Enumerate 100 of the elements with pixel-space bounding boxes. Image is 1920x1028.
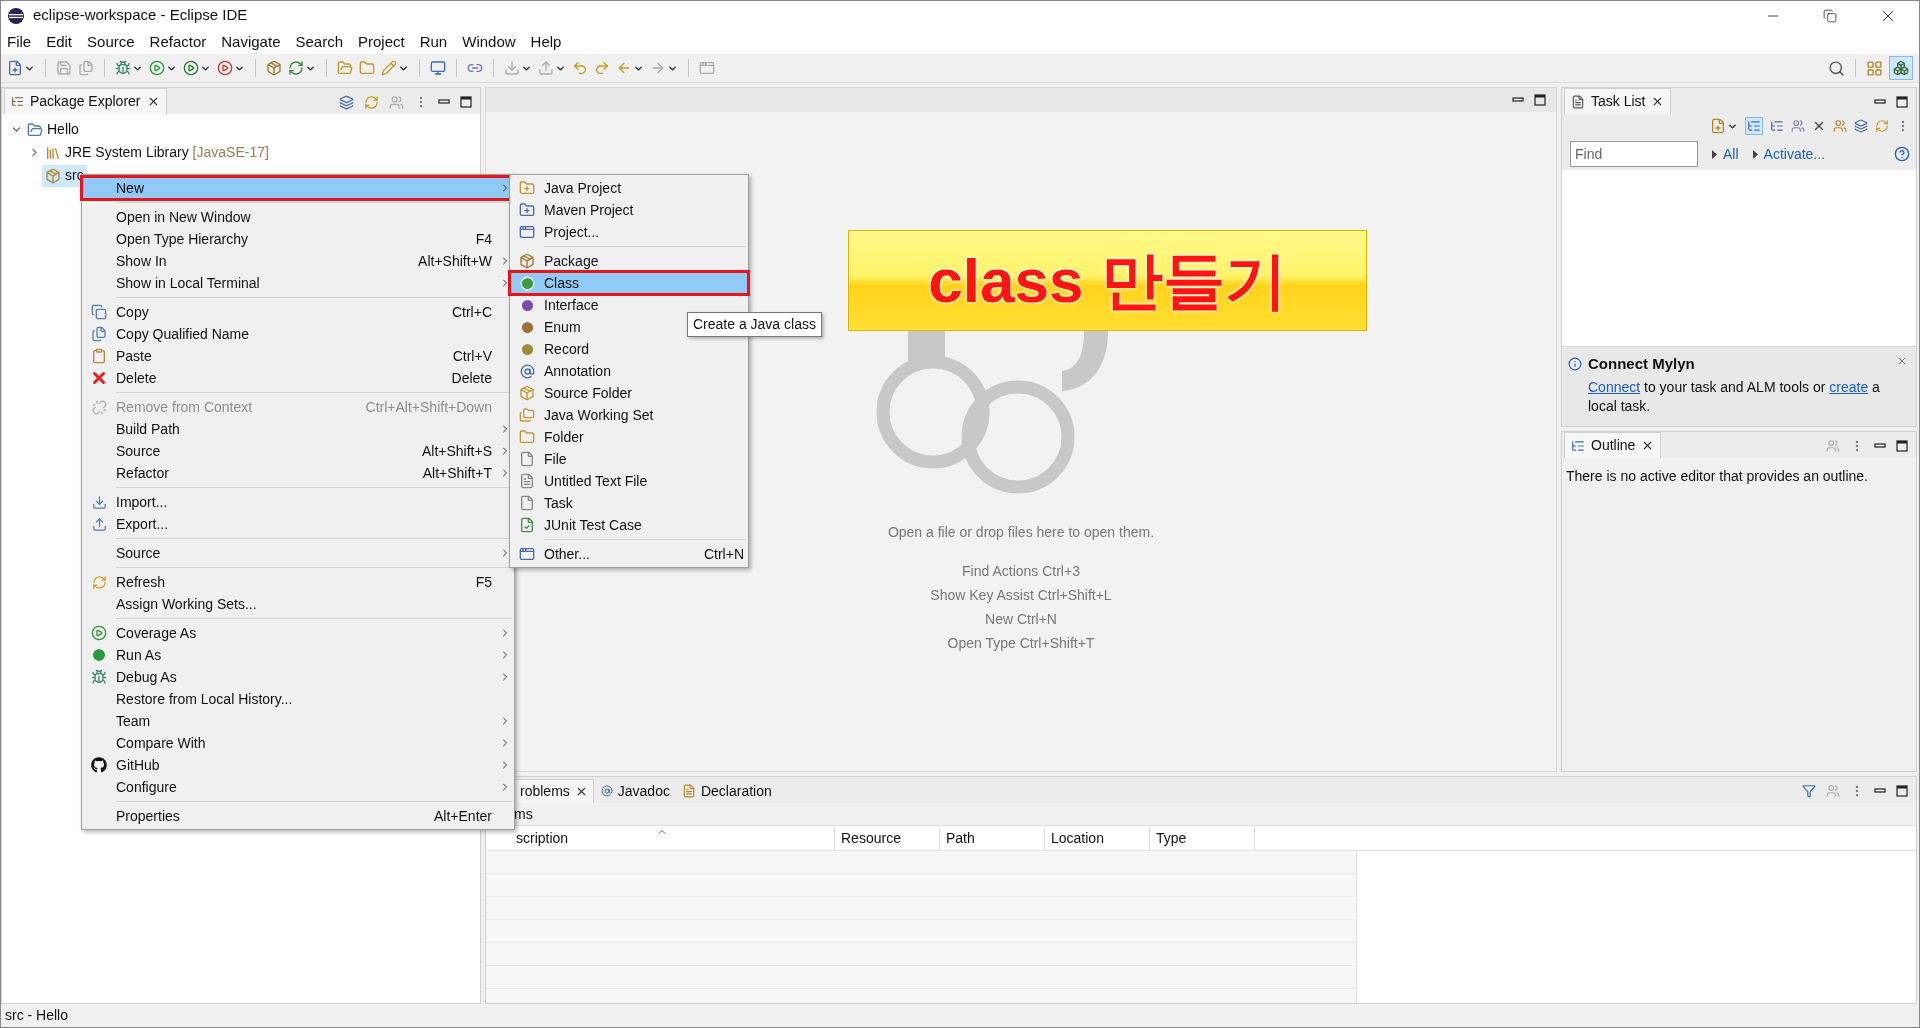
column-header[interactable]: Type: [1150, 826, 1255, 850]
menu-item[interactable]: Team: [82, 710, 514, 732]
clipboard-icon: [91, 348, 107, 364]
tree-icon: [1747, 119, 1761, 133]
menu-item[interactable]: Record: [510, 338, 748, 360]
focus-icon[interactable]: [1791, 119, 1805, 133]
unlink-icon: [91, 399, 107, 415]
menu-item[interactable]: Source Folder: [510, 382, 748, 404]
menu-item[interactable]: JUnit Test Case: [510, 514, 748, 536]
menu-item[interactable]: Task: [510, 492, 748, 514]
perspective-button[interactable]: [1889, 56, 1913, 80]
menu-bar-item[interactable]: Edit: [43, 30, 76, 54]
maximize-view-icon[interactable]: [1896, 785, 1908, 797]
refresh-icon: [91, 574, 107, 590]
new-file-icon[interactable]: [7, 60, 23, 76]
help-icon[interactable]: [1894, 146, 1910, 162]
folder-icon: [519, 429, 535, 445]
folder-plus-icon: [519, 202, 535, 218]
bug-icon[interactable]: [115, 60, 131, 76]
tree-icon: [11, 95, 24, 108]
folder-open-icon[interactable]: [337, 60, 353, 76]
menu-bar-item[interactable]: Search: [292, 30, 346, 54]
column-header[interactable]: Path: [940, 826, 1045, 850]
refresh-icon[interactable]: [288, 60, 304, 76]
view-tab[interactable]: roblems: [514, 779, 594, 803]
library-icon: [45, 144, 61, 161]
package-icon: [519, 385, 535, 401]
menu-item[interactable]: Coverage As: [82, 622, 514, 644]
menu-item[interactable]: Class: [510, 272, 748, 294]
coverage-icon[interactable]: [183, 60, 199, 76]
delete-icon: [90, 369, 108, 387]
copy-icon: [91, 304, 107, 320]
menu-item[interactable]: Assign Working Sets...: [82, 593, 514, 615]
menu-item[interactable]: Other... Ctrl+N: [510, 543, 748, 565]
view-tab[interactable]: Declaration: [676, 779, 777, 803]
notice-title: Connect Mylyn: [1588, 354, 1695, 374]
collapse-all-icon[interactable]: [1854, 119, 1868, 133]
text-link[interactable]: Connect: [1588, 378, 1641, 395]
people-icon[interactable]: [1833, 119, 1847, 133]
categorized-toggle[interactable]: [1745, 117, 1763, 135]
text-link[interactable]: create: [1829, 378, 1869, 395]
maximize-view-icon[interactable]: [1896, 440, 1908, 452]
menu-item[interactable]: Refresh F5: [82, 571, 514, 593]
filter-icon[interactable]: [1802, 784, 1816, 798]
menu-item[interactable]: Run As: [82, 644, 514, 666]
menu-item[interactable]: File: [510, 448, 748, 470]
menu-item[interactable]: Configure: [82, 776, 514, 798]
enum-icon: [519, 319, 535, 335]
menu-bar-item[interactable]: Refactor: [146, 30, 210, 54]
project-folder-icon: [27, 121, 43, 138]
folders-icon: [519, 407, 535, 423]
window-title: eclipse-workspace - Eclipse IDE: [33, 5, 248, 26]
menu-item[interactable]: GitHub: [82, 754, 514, 776]
menu-item[interactable]: Java Working Set: [510, 404, 748, 426]
menu-bar-item[interactable]: Source: [84, 30, 138, 54]
view-tab[interactable]: Package Explorer: [4, 88, 167, 114]
package-icon[interactable]: [266, 60, 282, 76]
menu-bar-item[interactable]: Window: [459, 30, 519, 54]
filter-link[interactable]: All: [1723, 143, 1739, 165]
menu-item[interactable]: Maven Project: [510, 199, 748, 221]
at-sign-icon: [600, 785, 613, 797]
column-header[interactable]: Location: [1045, 826, 1150, 850]
tree-icon[interactable]: [1770, 119, 1784, 133]
column-header[interactable]: Resource: [835, 826, 940, 850]
bug-icon: [91, 669, 107, 685]
menu-item[interactable]: Untitled Text File: [510, 470, 748, 492]
menu-item[interactable]: Compare With: [82, 732, 514, 754]
search-icon[interactable]: [1828, 59, 1845, 77]
menu-item[interactable]: Folder: [510, 426, 748, 448]
menu-item[interactable]: Annotation: [510, 360, 748, 382]
maximize-view-icon[interactable]: [460, 96, 472, 108]
folder-icon[interactable]: [359, 60, 375, 76]
run-icon: [91, 647, 107, 663]
menu-bar-item[interactable]: Help: [527, 30, 565, 54]
restore-icon[interactable]: [1823, 8, 1837, 23]
menu-bar-item[interactable]: Navigate: [218, 30, 284, 54]
triangle-icon: [1712, 149, 1717, 159]
menu-bar-item[interactable]: Project: [355, 30, 408, 54]
tree-item[interactable]: JRE System Library [JavaSE-17]: [42, 141, 272, 164]
menu-item[interactable]: Properties Alt+Enter: [82, 805, 514, 827]
app-logo-icon: [7, 6, 25, 25]
open-perspective-icon[interactable]: [1866, 59, 1883, 77]
filter-link[interactable]: Activate...: [1763, 143, 1826, 165]
find-field[interactable]: Find: [1570, 141, 1698, 167]
view-tab[interactable]: Task List: [1564, 88, 1672, 114]
menu-bar-item[interactable]: Run: [416, 30, 451, 54]
menu-item[interactable]: Debug As: [82, 666, 514, 688]
view-tab[interactable]: Javadoc: [595, 779, 675, 803]
menu-item[interactable]: Package: [510, 250, 748, 272]
menu-item[interactable]: Project...: [510, 221, 748, 243]
maximize-view-icon[interactable]: [1534, 94, 1546, 106]
maximize-view-icon[interactable]: [1896, 96, 1908, 108]
tree-item[interactable]: Hello: [24, 118, 82, 141]
menu-item[interactable]: Restore from Local History...: [82, 688, 514, 710]
play-icon[interactable]: [217, 60, 233, 76]
view-tab[interactable]: Outline: [1564, 432, 1662, 458]
monitor-icon[interactable]: [430, 60, 446, 76]
menu-bar-item[interactable]: File: [4, 30, 35, 54]
collapse-all-icon[interactable]: [339, 94, 354, 110]
status-text: src - Hello: [5, 1006, 68, 1025]
